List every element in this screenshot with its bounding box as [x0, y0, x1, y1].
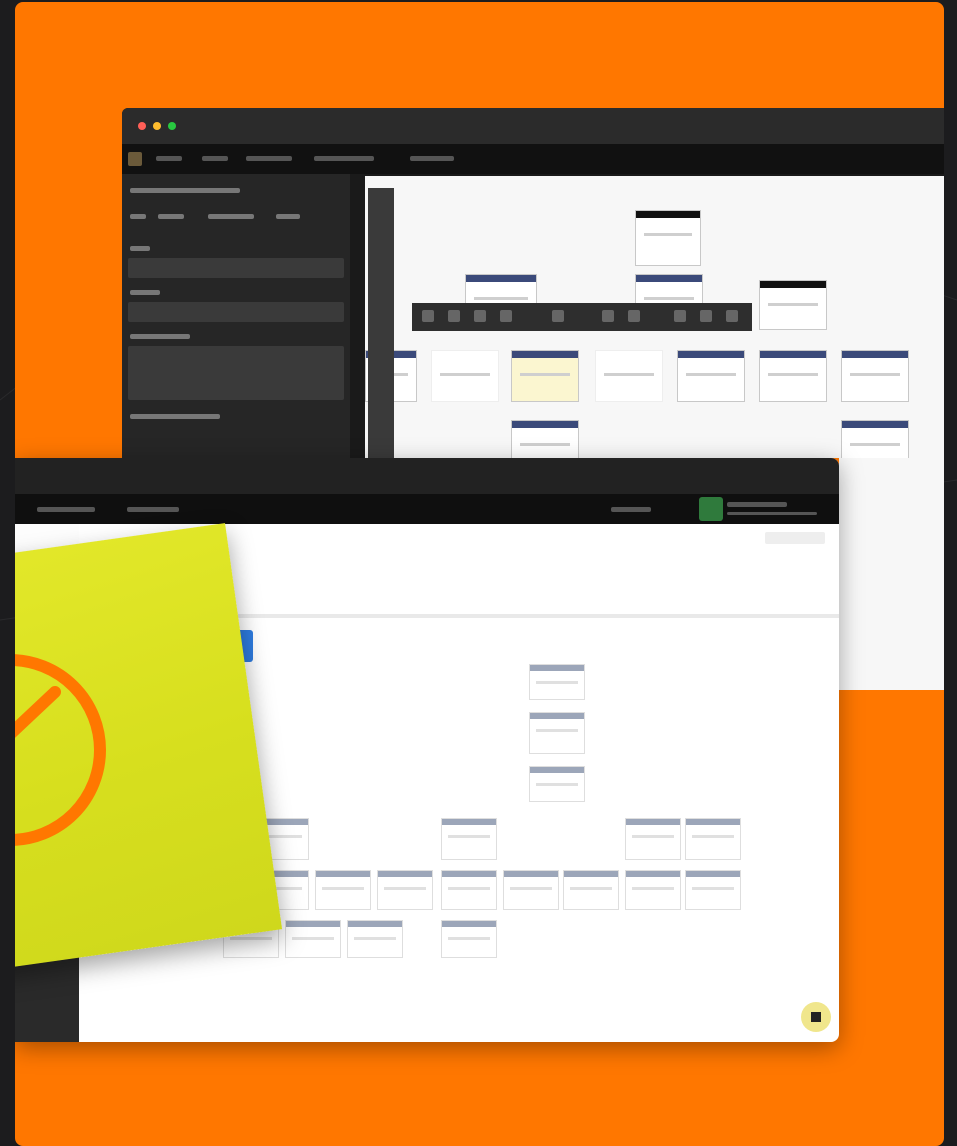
toolbar-tool[interactable] — [448, 310, 460, 322]
toolbar-tool[interactable] — [474, 310, 486, 322]
toolbar-tool[interactable] — [422, 310, 434, 322]
sidebar-textarea[interactable] — [128, 346, 344, 400]
front-titlebar — [15, 458, 839, 494]
user-subtitle — [727, 512, 817, 515]
menu-item[interactable] — [37, 507, 95, 512]
toolbar-tool[interactable] — [726, 310, 738, 322]
back-canvas-extension — [839, 458, 944, 690]
back-window-titlebar — [122, 108, 944, 144]
menu-item[interactable] — [611, 507, 651, 512]
back-toolstrip[interactable] — [368, 188, 394, 458]
avatar-icon[interactable] — [699, 497, 723, 521]
orange-panel — [15, 2, 944, 1146]
back-sidebar — [122, 174, 350, 458]
menu-item[interactable] — [156, 156, 182, 161]
toolbar-tool[interactable] — [602, 310, 614, 322]
toolbar-tool[interactable] — [700, 310, 712, 322]
menu-item[interactable] — [314, 156, 374, 161]
menu-item[interactable] — [246, 156, 292, 161]
toolbar-tool[interactable] — [500, 310, 512, 322]
check-circle-icon — [15, 654, 106, 846]
toolbar-tool[interactable] — [552, 310, 564, 322]
sidebar-field[interactable] — [128, 258, 344, 278]
floating-toolbar — [412, 303, 752, 331]
menu-item[interactable] — [202, 156, 228, 161]
help-fab-icon[interactable] — [801, 1002, 831, 1032]
back-window — [122, 108, 944, 458]
view-toggle[interactable] — [765, 532, 825, 544]
menu-item[interactable] — [410, 156, 454, 161]
toolbar-tool[interactable] — [674, 310, 686, 322]
sidebar-field[interactable] — [128, 302, 344, 322]
toolbar-tool[interactable] — [628, 310, 640, 322]
user-name — [727, 502, 787, 507]
window-minimize-dot[interactable] — [153, 122, 161, 130]
window-maximize-dot[interactable] — [168, 122, 176, 130]
back-menubar — [122, 144, 944, 174]
menu-item[interactable] — [127, 507, 179, 512]
window-close-dot[interactable] — [138, 122, 146, 130]
front-menubar — [15, 494, 839, 524]
